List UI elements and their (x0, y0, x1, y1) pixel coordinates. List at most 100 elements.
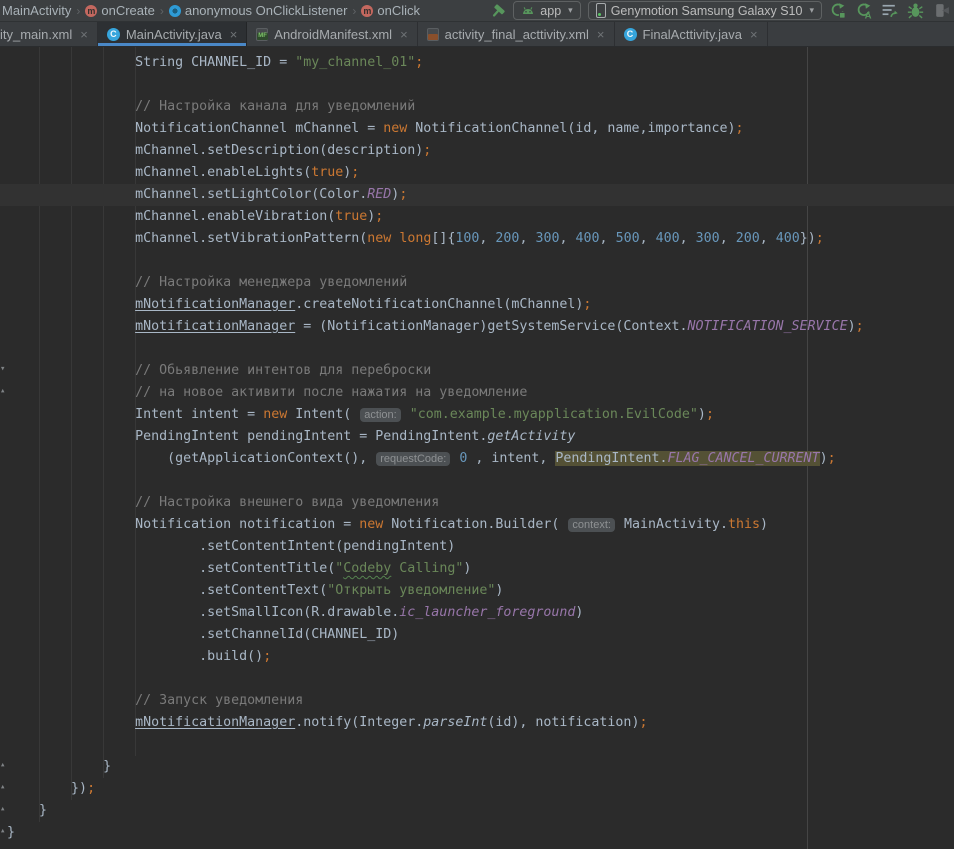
tab-close-icon[interactable]: × (750, 27, 758, 42)
code-editor[interactable]: String CHANNEL_ID = "my_channel_01"; // … (0, 47, 954, 849)
toolbar-right-group: app ▾ Genymotion Samsung Galaxy S10 ▾ A (489, 1, 950, 20)
code-line[interactable] (7, 470, 954, 492)
code-line[interactable]: .build(); (7, 646, 954, 668)
chevron-down-icon: ▾ (809, 5, 814, 16)
breadcrumb-separator: › (76, 4, 80, 18)
breadcrumb-separator: › (160, 4, 164, 18)
build-hammer-icon[interactable] (489, 2, 506, 19)
svg-text:A: A (865, 10, 872, 19)
fold-marker-icon[interactable]: ▾ (0, 365, 5, 374)
breadcrumb-item[interactable]: m onClick (361, 3, 420, 18)
code-line[interactable]: } (7, 756, 954, 778)
code-line[interactable]: // Настройка менеджера уведомлений (7, 272, 954, 294)
code-line[interactable]: } (7, 800, 954, 822)
code-line[interactable]: .setContentTitle("Codeby Calling") (7, 558, 954, 580)
tab-label: MainActivity.java (126, 27, 222, 42)
run-configuration-select[interactable]: app ▾ (513, 1, 580, 20)
breadcrumb-item[interactable]: m onCreate (85, 3, 154, 18)
code-line[interactable]: // Настройка канала для уведомлений (7, 96, 954, 118)
tab-label: AndroidManifest.xml (274, 27, 392, 42)
android-studio-window: MainActivity › m onCreate › anonymous OnClick… (0, 0, 954, 849)
parameter-hint: context: (568, 518, 615, 532)
profiler-icon[interactable] (881, 2, 898, 19)
android-icon (521, 5, 535, 16)
java-class-icon: C (107, 28, 120, 41)
code-line[interactable]: mChannel.setVibrationPattern(new long[]{… (7, 228, 954, 250)
tab-label: activity_final_acttivity.xml (445, 27, 589, 42)
tab-FinalActtivity.java[interactable]: C FinalActtivity.java × (615, 22, 768, 46)
code-line[interactable]: // на новое активити после нажатия на ув… (7, 382, 954, 404)
fold-marker-icon[interactable]: ▴ (0, 805, 5, 814)
code-line[interactable]: // Запуск уведомления (7, 690, 954, 712)
code-line[interactable]: mNotificationManager.createNotificationC… (7, 294, 954, 316)
code-line[interactable]: mChannel.setDescription(description); (7, 140, 954, 162)
code-line[interactable]: (getApplicationContext(), requestCode: 0… (7, 448, 954, 470)
code-line[interactable]: mNotificationManager = (NotificationMana… (7, 316, 954, 338)
code-line[interactable]: Notification notification = new Notifica… (7, 514, 954, 536)
tab-ity_main.xml[interactable]: ity_main.xml× (0, 22, 98, 46)
breadcrumb-label: MainActivity (2, 3, 71, 18)
fold-marker-icon[interactable]: ▴ (0, 827, 5, 836)
parameter-hint: requestCode: (376, 452, 450, 466)
breadcrumb-label: anonymous OnClickListener (185, 3, 348, 18)
attach-debugger-icon[interactable] (933, 2, 950, 19)
code-line[interactable]: .setContentText("Открыть уведомление") (7, 580, 954, 602)
breadcrumb-label: onClick (377, 3, 420, 18)
breadcrumb-item[interactable]: anonymous OnClickListener (169, 3, 348, 18)
tab-MainActivity.java[interactable]: C MainActivity.java × (98, 22, 247, 46)
code-area[interactable]: String CHANNEL_ID = "my_channel_01"; // … (0, 47, 954, 844)
apply-code-changes-icon[interactable]: A (855, 2, 872, 19)
code-line[interactable]: }); (7, 778, 954, 800)
code-line[interactable]: mChannel.enableVibration(true); (7, 206, 954, 228)
chevron-down-icon: ▾ (568, 5, 573, 16)
tab-AndroidManifest.xml[interactable]: MF AndroidManifest.xml × (247, 22, 417, 46)
code-line[interactable]: String CHANNEL_ID = "my_channel_01"; (7, 52, 954, 74)
fold-marker-icon[interactable]: ▴ (0, 783, 5, 792)
tab-close-icon[interactable]: × (230, 27, 238, 42)
tab-activity_final_acttivity.xml[interactable]: activity_final_acttivity.xml × (418, 22, 615, 46)
run-configuration-label: app (540, 4, 561, 18)
code-line[interactable]: // Обьявление интентов для переброски (7, 360, 954, 382)
code-line[interactable]: .setContentIntent(pendingIntent) (7, 536, 954, 558)
tab-close-icon[interactable]: × (400, 27, 408, 42)
xml-file-icon (427, 28, 439, 41)
code-line[interactable]: mChannel.enableLights(true); (7, 162, 954, 184)
breadcrumb-label: onCreate (101, 3, 154, 18)
manifest-file-icon: MF (256, 28, 268, 41)
code-line[interactable] (7, 74, 954, 96)
method-icon: m (361, 5, 373, 17)
code-line[interactable]: Intent intent = new Intent( action: "com… (7, 404, 954, 426)
code-line[interactable] (7, 734, 954, 756)
fold-marker-icon[interactable]: ▴ (0, 761, 5, 770)
breadcrumb: MainActivity › m onCreate › anonymous OnClick… (2, 3, 420, 18)
breadcrumb-separator: › (352, 4, 356, 18)
code-line[interactable] (7, 668, 954, 690)
debug-icon[interactable] (907, 2, 924, 19)
fold-marker-icon[interactable]: ▴ (0, 387, 5, 396)
code-line[interactable]: } (7, 822, 954, 844)
code-line[interactable]: .setChannelId(CHANNEL_ID) (7, 624, 954, 646)
method-icon: m (85, 5, 97, 17)
code-line[interactable] (7, 338, 954, 360)
device-label: Genymotion Samsung Galaxy S10 (611, 4, 803, 18)
phone-icon (596, 3, 606, 18)
apply-changes-and-restart-icon[interactable] (829, 2, 846, 19)
tab-label: FinalActtivity.java (643, 27, 742, 42)
device-select[interactable]: Genymotion Samsung Galaxy S10 ▾ (588, 1, 822, 20)
main-toolbar: MainActivity › m onCreate › anonymous OnClick… (0, 0, 954, 22)
tab-close-icon[interactable]: × (80, 27, 88, 42)
code-line[interactable]: mChannel.setLightColor(Color.RED); (0, 184, 954, 206)
java-class-icon: C (624, 28, 637, 41)
code-line[interactable]: // Настройка внешнего вида уведомления (7, 492, 954, 514)
editor-tab-bar: ity_main.xml× C MainActivity.java × MF Androi… (0, 22, 954, 47)
code-line[interactable] (7, 250, 954, 272)
code-line[interactable]: NotificationChannel mChannel = new Notif… (7, 118, 954, 140)
code-line[interactable]: .setSmallIcon(R.drawable.ic_launcher_for… (7, 602, 954, 624)
tab-close-icon[interactable]: × (597, 27, 605, 42)
anonymous-class-icon (169, 5, 181, 17)
toolbar-actions: A (829, 2, 950, 19)
code-line[interactable]: PendingIntent pendingIntent = PendingInt… (7, 426, 954, 448)
breadcrumb-item[interactable]: MainActivity (2, 3, 71, 18)
parameter-hint: action: (360, 408, 400, 422)
code-line[interactable]: mNotificationManager.notify(Integer.pars… (7, 712, 954, 734)
